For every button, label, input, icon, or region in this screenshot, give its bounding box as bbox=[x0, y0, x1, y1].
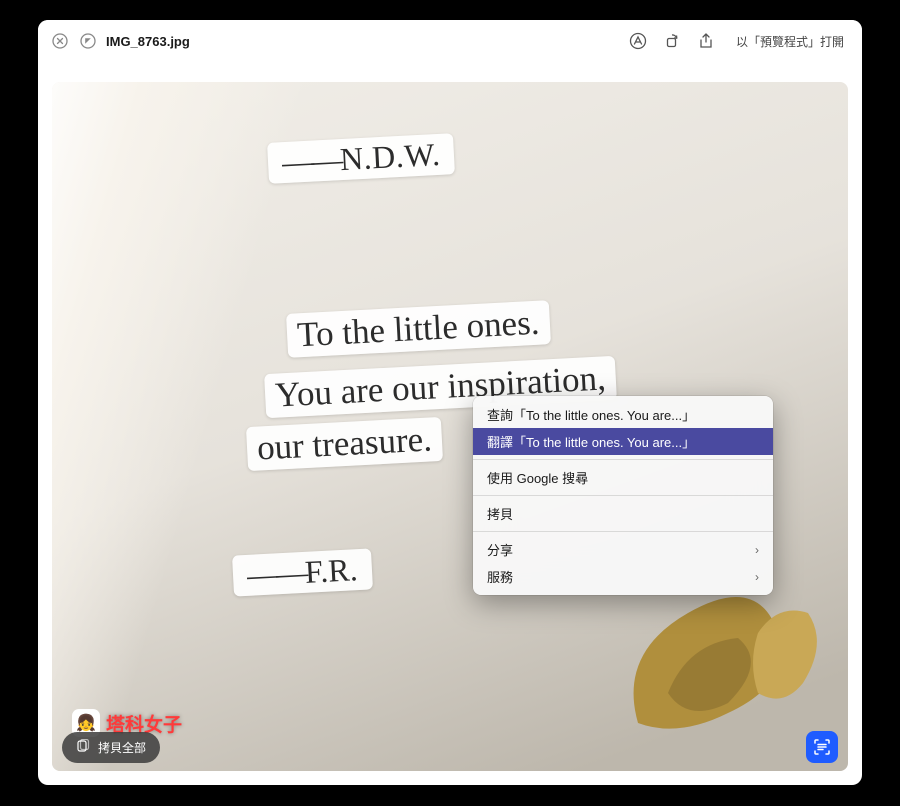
menu-copy[interactable]: 拷貝 bbox=[473, 500, 773, 527]
menu-share[interactable]: 分享 › bbox=[473, 536, 773, 563]
copy-all-label: 拷貝全部 bbox=[98, 739, 146, 756]
zoom-icon[interactable] bbox=[78, 31, 98, 51]
menu-divider bbox=[473, 531, 773, 532]
text-author-1[interactable]: ——N.D.W. bbox=[267, 133, 455, 184]
close-icon[interactable] bbox=[50, 31, 70, 51]
menu-divider bbox=[473, 459, 773, 460]
titlebar: IMG_8763.jpg 以「預覽程式」打開 bbox=[38, 20, 862, 62]
chevron-right-icon: › bbox=[755, 570, 759, 584]
chevron-right-icon: › bbox=[755, 543, 759, 557]
quicklook-window: IMG_8763.jpg 以「預覽程式」打開 ——N.D.W. To the l… bbox=[38, 20, 862, 785]
filename-label: IMG_8763.jpg bbox=[106, 34, 190, 49]
copy-icon bbox=[76, 739, 90, 756]
live-text-button[interactable] bbox=[806, 731, 838, 763]
context-menu: 查詢「To the little ones. You are...」 翻譯「To… bbox=[473, 396, 773, 595]
menu-translate[interactable]: 翻譯「To the little ones. You are...」 bbox=[473, 428, 773, 455]
menu-lookup[interactable]: 查詢「To the little ones. You are...」 bbox=[473, 401, 773, 428]
open-with-button[interactable]: 以「預覽程式」打開 bbox=[730, 29, 850, 54]
copy-all-button[interactable]: 拷貝全部 bbox=[62, 732, 160, 763]
menu-services[interactable]: 服務 › bbox=[473, 563, 773, 590]
menu-google-search[interactable]: 使用 Google 搜尋 bbox=[473, 464, 773, 491]
text-line-3[interactable]: our treasure. bbox=[246, 417, 443, 471]
rotate-icon[interactable] bbox=[662, 31, 682, 51]
text-author-2[interactable]: ——F.R. bbox=[232, 548, 373, 596]
menu-divider bbox=[473, 495, 773, 496]
text-line-1[interactable]: To the little ones. bbox=[286, 300, 550, 358]
share-icon[interactable] bbox=[696, 31, 716, 51]
markup-icon[interactable] bbox=[628, 31, 648, 51]
